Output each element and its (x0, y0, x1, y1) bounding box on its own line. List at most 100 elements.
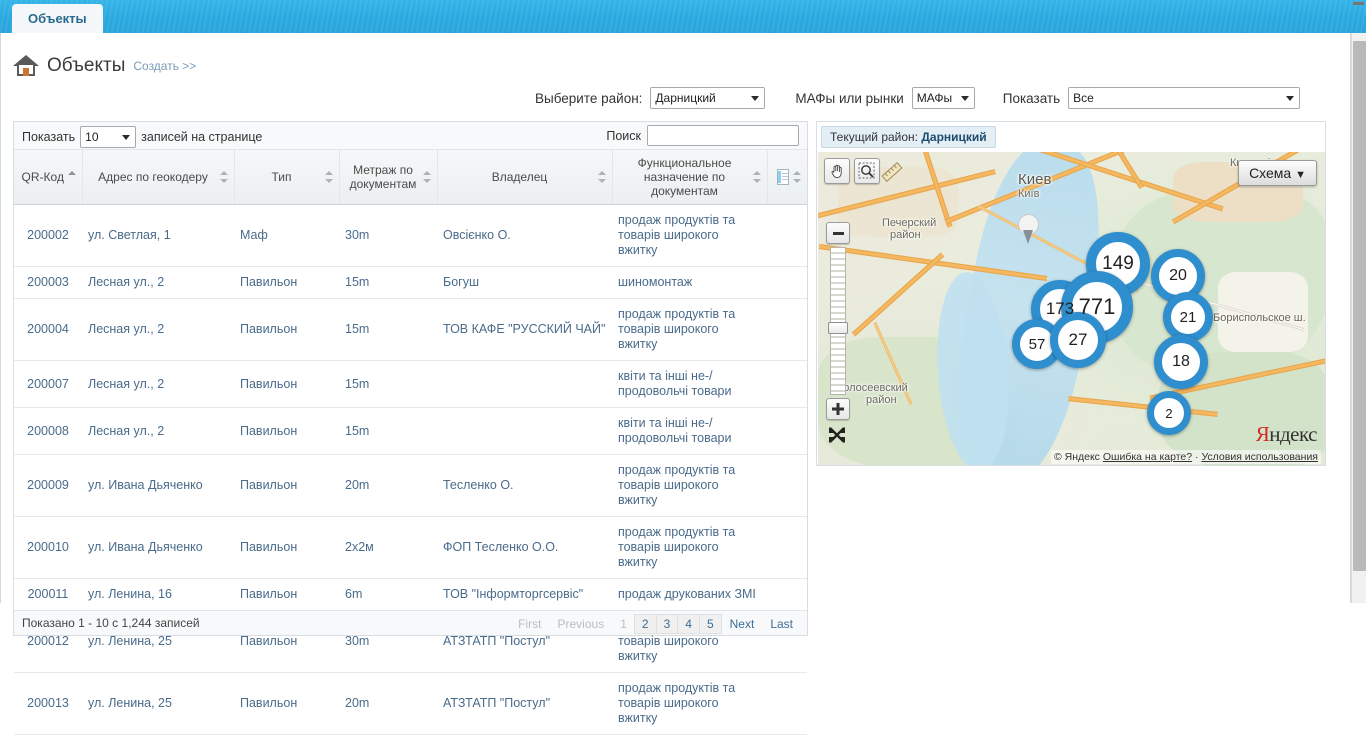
magnifier-icon (858, 162, 875, 179)
zoom-slider-handle[interactable] (828, 322, 848, 334)
cell-type: Павильон (234, 407, 339, 455)
table-row[interactable]: 200002 ул. Светлая, 1 Маф 30m Овсієнко О. про… (14, 204, 807, 267)
map-cluster-marker[interactable]: 2 (1147, 391, 1191, 435)
kind-select[interactable]: МАФы (911, 87, 975, 109)
column-label: QR-Код (21, 170, 64, 184)
column-header-address[interactable]: Адрес по геокодеру (82, 150, 235, 205)
zoom-slider[interactable] (828, 247, 848, 395)
table-row[interactable]: 200009 ул. Ивана Дьяченко Павильон 20m Тесле… (14, 454, 807, 517)
map-cluster-marker[interactable]: 21 (1163, 292, 1213, 342)
scrollbar-thumb[interactable] (1353, 41, 1366, 571)
show-select-wrap[interactable]: Все (1068, 87, 1301, 109)
table-body: 200002 ул. Светлая, 1 Маф 30m Овсієнко О. про… (14, 204, 807, 735)
zoom-out-button[interactable] (826, 222, 850, 244)
zoom-tool-button[interactable] (854, 158, 880, 184)
table-footer: Показано 1 - 10 с 1,244 записей First Pre… (14, 610, 807, 635)
cell-document (767, 672, 807, 735)
table-row[interactable]: 200013 ул. Ленина, 25 Павильон 20m АТЗТАТП "… (14, 672, 807, 735)
sort-arrows-icon (793, 171, 802, 183)
map-cluster-marker[interactable]: 27 (1050, 312, 1106, 368)
map-type-button[interactable]: Схема ▼ (1238, 160, 1317, 186)
pagination-button[interactable]: 5 (698, 614, 722, 634)
page-title: Объекты (47, 55, 126, 76)
cell-qr: 200003 (14, 266, 82, 299)
map-error-link[interactable]: Ошибка на карте? (1103, 451, 1192, 463)
zoom-in-button[interactable] (826, 398, 850, 420)
map-cluster-count: 20 (1169, 267, 1187, 284)
page-length-select[interactable]: 10 (80, 126, 137, 148)
cell-qr: 200002 (14, 204, 82, 267)
map-terms-link[interactable]: Условия использования (1201, 451, 1318, 463)
scrollbar-up-arrow[interactable] (1353, 2, 1364, 5)
column-label: Функциональное назначение по документам (637, 156, 732, 198)
map-cluster-count: 21 (1179, 308, 1197, 326)
cell-address: ул. Ивана Дьяченко (82, 454, 234, 517)
column-label: Тип (271, 170, 292, 184)
search-input[interactable] (647, 125, 799, 146)
table-row[interactable]: 200008 Лесная ул., 2 Павильон 15m квіти та і… (14, 407, 807, 455)
create-link[interactable]: Создать >> (133, 59, 196, 73)
pagination-button[interactable]: 3 (655, 614, 679, 634)
separator: · (1195, 451, 1199, 463)
map-cluster-count: 173 (1045, 299, 1075, 318)
table-row[interactable]: 200011 ул. Ленина, 16 Павильон 6m ТОВ "Інфор… (14, 578, 807, 611)
pagination-button[interactable]: 1 (612, 614, 635, 634)
table-toolbar: Показать 10 записей на странице Поиск (14, 122, 807, 150)
objects-table: QR-Код Адрес по геокодеру Тип Метраж по … (14, 150, 807, 735)
map-cluster-count: 18 (1172, 353, 1190, 370)
pagination-button[interactable]: 2 (633, 614, 657, 634)
cell-area: 20m (339, 454, 437, 517)
column-header-document[interactable] (767, 150, 807, 205)
map-type-label: Схема (1249, 165, 1292, 181)
cell-address: Лесная ул., 2 (82, 360, 234, 408)
cell-address: ул. Ленина, 16 (82, 578, 234, 611)
cell-document (767, 454, 807, 517)
cell-document (767, 407, 807, 455)
column-header-purpose[interactable]: Функциональное назначение по документам (612, 150, 768, 205)
cell-type: Павильон (234, 516, 339, 579)
pagination-button[interactable]: 4 (677, 614, 700, 634)
cell-address: Лесная ул., 2 (82, 298, 234, 361)
page-length-select-wrap[interactable]: 10 (80, 126, 137, 148)
table-row[interactable]: 200007 Лесная ул., 2 Павильон 15m квіти та і… (14, 360, 807, 408)
map-cluster-count: 771 (1078, 294, 1116, 319)
pagination: First Previous 1 2 3 4 5 Next Last (510, 614, 801, 634)
district-select-wrap[interactable]: Дарницкий (650, 87, 766, 109)
yandex-map[interactable]: КиевКиївПечерскийрайонГолосеевскийрайонК… (818, 152, 1325, 465)
cell-document (767, 578, 807, 611)
district-label: Выберите район: (535, 90, 643, 106)
table-row[interactable]: 200010 ул. Ивана Дьяченко Павильон 2х2м ФОП … (14, 516, 807, 579)
kind-select-wrap[interactable]: МАФы (911, 87, 975, 109)
column-header-owner[interactable]: Владелец (437, 150, 613, 205)
column-header-type[interactable]: Тип (234, 150, 340, 205)
cell-address: ул. Светлая, 1 (82, 204, 234, 267)
cell-document (767, 360, 807, 408)
cell-qr: 200008 (14, 407, 82, 455)
search-control: Поиск (606, 125, 799, 146)
filter-bar: Выберите район: Дарницкий МАФы или рынки… (535, 87, 1301, 109)
tab-objects[interactable]: Объекты (12, 4, 103, 33)
ruler-tool-button[interactable] (878, 159, 906, 185)
cell-area: 15m (339, 266, 437, 299)
table-row[interactable]: 200003 Лесная ул., 2 Павильон 15m Богуш шином… (14, 266, 807, 299)
column-header-area[interactable]: Метраж по документам (339, 150, 438, 205)
map-pin-icon[interactable] (1018, 214, 1040, 244)
page-scrollbar[interactable] (1351, 33, 1366, 603)
pagination-button[interactable]: Last (762, 614, 801, 634)
map-cluster-marker[interactable]: 18 (1154, 335, 1208, 389)
pagination-button[interactable]: Next (722, 614, 763, 634)
page-length-control: Показать 10 записей на странице (22, 126, 262, 148)
table-row[interactable]: 200004 Лесная ул., 2 Павильон 15m ТОВ КАФЕ "… (14, 298, 807, 361)
column-header-qr[interactable]: QR-Код (14, 150, 83, 205)
cell-area: 15m (339, 407, 437, 455)
pagination-button: Previous (557, 617, 605, 631)
show-select[interactable]: Все (1068, 87, 1301, 109)
pan-tool-button[interactable] (824, 158, 850, 184)
zoom-control[interactable] (826, 222, 850, 420)
fullscreen-button[interactable] (826, 424, 848, 446)
district-select[interactable]: Дарницкий (650, 87, 766, 109)
map-label: Київ (1018, 188, 1040, 200)
cell-owner: АТЗТАТП "Постул" (437, 672, 612, 735)
cell-purpose: квіти та інші не-/продовольчі товари (612, 360, 767, 408)
cell-purpose: продаж продуктів та товарів широкого вжи… (612, 454, 767, 517)
